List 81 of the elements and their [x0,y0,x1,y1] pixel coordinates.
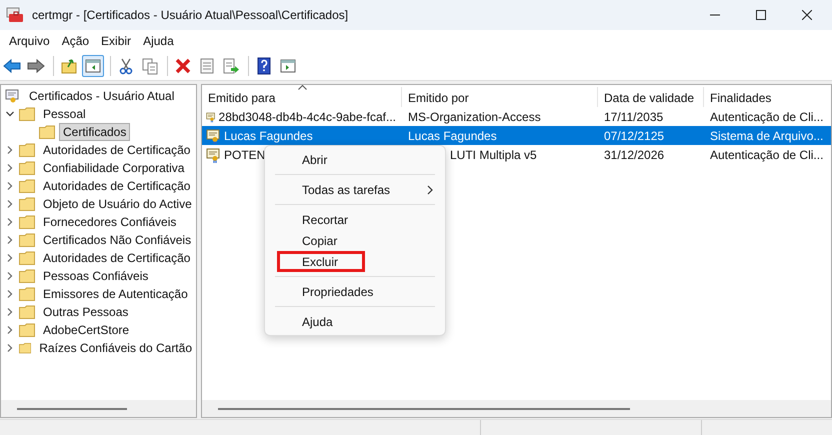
chevron-icon[interactable] [5,181,15,191]
menu-item[interactable]: Exibir [95,32,138,50]
folder-icon [19,179,35,193]
chevron-icon[interactable] [5,289,15,299]
folder-icon [19,269,35,283]
table-cell: Autenticação de Cli... [710,110,824,124]
chevron-icon[interactable] [5,145,15,155]
folder-icon [19,287,35,301]
tree-item[interactable]: Autoridades de Certificação [39,249,194,267]
column-header[interactable]: Finalidades [704,87,831,107]
chevron-icon[interactable] [5,271,15,281]
tree-item[interactable]: Raízes Confiáveis do Cartão [35,339,196,357]
tree-toggle-button[interactable] [82,55,104,77]
menu-item[interactable]: Copiar [277,230,433,251]
certificate-store-icon [5,88,21,104]
folder-icon [19,107,35,121]
menu-item[interactable]: Ajuda [137,32,180,50]
scrollbar-thumb[interactable] [17,408,127,410]
folder-icon [19,197,35,211]
folder-icon [19,341,32,355]
tree-item[interactable]: Certificados Não Confiáveis [39,231,196,249]
chevron-icon[interactable] [5,343,15,353]
menu-item[interactable]: Ação [56,32,96,50]
tree-item[interactable]: Outras Pessoas [39,303,132,321]
tree-item[interactable]: Objeto de Usuário do Active [39,195,196,213]
table-cell: Lucas Fagundes [224,128,313,142]
tree-item[interactable]: Fornecedores Confiáveis [39,213,180,231]
tree-item[interactable]: Certificados [59,123,130,141]
table-cell: Lucas Fagundes [408,128,497,142]
table-cell: LUTI Multipla v5 [450,148,537,162]
menu-item[interactable]: Ajuda [277,311,433,332]
table-cell: MS-Organization-Access [408,110,541,124]
app-icon [6,7,24,23]
tree-item[interactable]: Pessoal [39,105,90,123]
chevron-icon[interactable] [5,163,15,173]
menu-item[interactable]: Todas as tarefas [277,179,433,200]
window-title: certmgr - [Certificados - Usuário Atual\Pessoal\Certificados] [32,8,348,22]
table-cell: 07/12/2125 [604,128,664,142]
folder-icon [19,143,35,157]
chevron-icon[interactable] [5,253,15,263]
menu-item[interactable]: Excluir [277,251,365,272]
maximize-icon[interactable] [756,10,766,20]
table-cell: 17/11/2035 [604,110,664,124]
menu-item[interactable]: Arquivo [3,32,56,50]
column-header[interactable]: Emitido para [202,87,402,107]
scrollbar-thumb[interactable] [218,408,630,410]
chevron-icon[interactable] [5,325,15,335]
chevron-icon[interactable] [5,217,15,227]
column-header[interactable]: Emitido por [402,87,598,107]
menu-item[interactable]: Abrir [277,149,433,170]
close-icon[interactable] [802,10,812,20]
tree-item[interactable]: Confiabilidade Corporativa [39,159,188,177]
tree-item[interactable]: Autoridades de Certificação [39,177,194,195]
chevron-icon[interactable] [5,235,15,245]
column-header[interactable]: Data de validade [598,87,704,107]
tree-item[interactable]: Certificados - Usuário Atual [25,87,178,105]
folder-icon [19,161,35,175]
table-cell: Sistema de Arquivo... [710,128,824,142]
tree-item[interactable]: Pessoas Confiáveis [39,267,152,285]
table-cell: Autenticação de Cli... [710,148,824,162]
tree-item[interactable]: Emissores de Autenticação [39,285,192,303]
folder-icon [19,233,35,247]
chevron-icon[interactable] [5,199,15,209]
folder-icon [19,251,35,265]
selected-row[interactable]: Lucas Fagundes Lucas Fagundes 07/12/2125 Sistema de Arquivo... [202,126,831,145]
chevron-icon [427,184,433,194]
folder-icon [19,323,35,337]
certificate-icon [206,128,222,144]
table-cell: 31/12/2026 [604,148,664,162]
chevron-icon[interactable] [5,307,15,317]
tree-item[interactable]: Autoridades de Certificação [39,141,194,159]
certificate-icon [206,146,222,162]
folder-icon [39,125,55,139]
menu-item[interactable]: Recortar [277,209,433,230]
folder-icon [19,215,35,229]
table-cell: 28bd3048-db4b-4c4c-9abe-fcaf... [218,110,396,124]
chevron-icon[interactable] [5,109,15,119]
table-cell: POTEN [224,148,266,162]
menu-item[interactable]: Propriedades [277,281,433,302]
tree-item[interactable]: AdobeCertStore [39,321,134,339]
folder-icon [19,305,35,319]
